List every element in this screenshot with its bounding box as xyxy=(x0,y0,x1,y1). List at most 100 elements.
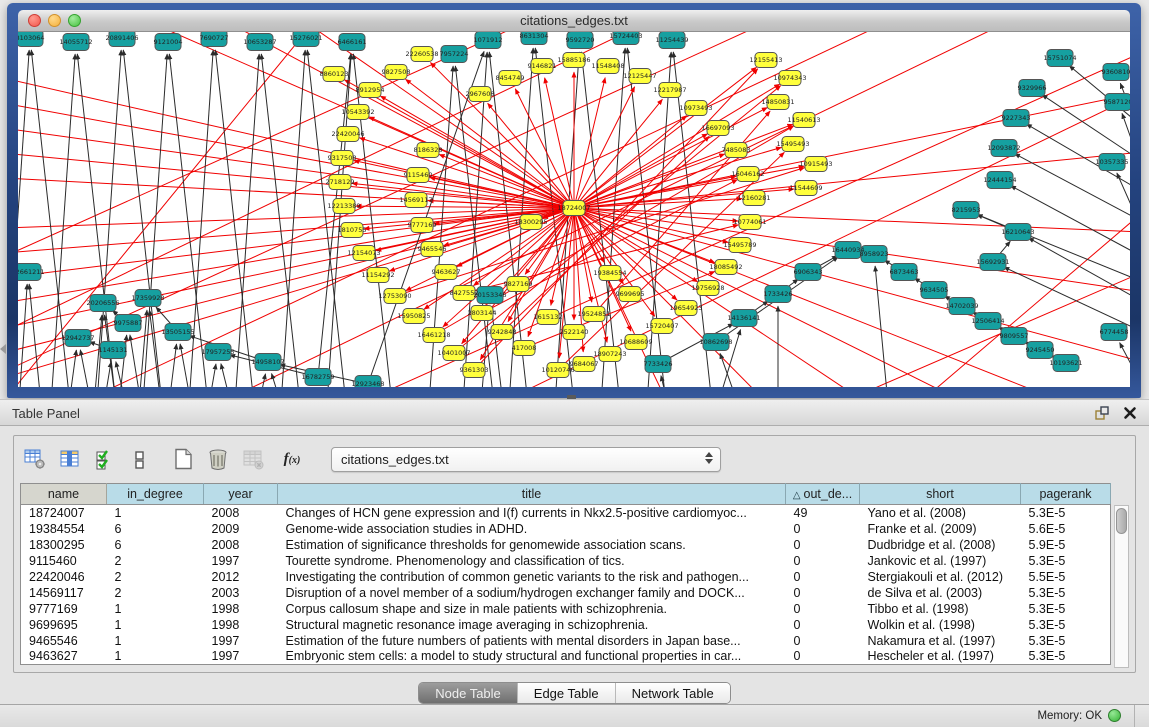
svg-text:9242848: 9242848 xyxy=(488,328,517,336)
table-row[interactable]: 946554611997Estimation of the future num… xyxy=(21,633,1111,649)
node-table: namein_degreeyeartitle△out_de...shortpag… xyxy=(20,483,1111,665)
svg-text:19524851: 19524851 xyxy=(577,310,610,318)
column-header-title[interactable]: title xyxy=(278,484,786,505)
svg-text:9121004: 9121004 xyxy=(154,38,183,46)
svg-text:1145131: 1145131 xyxy=(99,346,128,354)
svg-text:16046162: 16046162 xyxy=(731,170,764,178)
svg-text:2522140: 2522140 xyxy=(560,328,589,336)
status-bar: Memory: OK xyxy=(0,704,1149,727)
svg-text:10193621: 10193621 xyxy=(1049,359,1082,367)
svg-text:12753090: 12753090 xyxy=(378,292,411,300)
svg-text:11548408: 11548408 xyxy=(591,62,624,70)
column-header-in_degree[interactable]: in_degree xyxy=(107,484,204,505)
svg-text:8103064: 8103064 xyxy=(18,34,44,42)
tab-node-table[interactable]: Node Table xyxy=(419,683,518,703)
svg-text:14850831: 14850831 xyxy=(761,98,794,106)
svg-text:9360810: 9360810 xyxy=(1102,68,1130,76)
svg-text:10120746: 10120746 xyxy=(541,366,574,374)
svg-text:9465546: 9465546 xyxy=(418,245,447,253)
memory-ok-indicator[interactable] xyxy=(1108,709,1121,722)
svg-text:14702039: 14702039 xyxy=(945,302,978,310)
show-columns-button[interactable] xyxy=(56,445,84,473)
svg-text:14055712: 14055712 xyxy=(59,38,92,46)
svg-text:1733426: 1733426 xyxy=(764,290,793,298)
table-row[interactable]: 1938455462009Genome-wide association stu… xyxy=(21,521,1111,537)
table-row[interactable]: 1872400712008Changes of HCN gene express… xyxy=(21,505,1111,521)
function-builder-button[interactable]: f(x) xyxy=(274,445,310,473)
svg-text:15692931: 15692931 xyxy=(976,258,1009,266)
svg-text:11254439: 11254439 xyxy=(655,36,688,44)
delete-table-button[interactable] xyxy=(204,445,232,473)
svg-text:16697093: 16697093 xyxy=(701,124,734,132)
table-row[interactable]: 2242004622012Investigating the contribut… xyxy=(21,569,1111,585)
svg-text:9115460: 9115460 xyxy=(404,171,433,179)
sort-ascending-icon: △ xyxy=(793,490,801,501)
column-header-pagerank[interactable]: pagerank xyxy=(1021,484,1111,505)
svg-text:16440934: 16440934 xyxy=(831,246,864,254)
table-settings-button[interactable] xyxy=(21,445,49,473)
close-icon xyxy=(1123,406,1137,420)
tab-edge-table[interactable]: Edge Table xyxy=(518,683,616,703)
svg-text:14136141: 14136141 xyxy=(727,314,760,322)
scrollbar-thumb[interactable] xyxy=(1116,508,1127,534)
table-selector-value: citations_edges.txt xyxy=(332,452,449,467)
column-header-name[interactable]: name xyxy=(21,484,107,505)
svg-text:10543392: 10543392 xyxy=(341,108,374,116)
table-row[interactable]: 1456911722003Disruption of a novel membe… xyxy=(21,585,1111,601)
svg-text:18907243: 18907243 xyxy=(593,350,626,358)
select-all-columns-button[interactable] xyxy=(91,445,119,473)
table-panel-inner: f(x) citations_edges.txt namein_degreeye… xyxy=(13,435,1136,673)
svg-text:11154292: 11154292 xyxy=(361,271,394,279)
column-header-short[interactable]: short xyxy=(860,484,1021,505)
svg-text:18300295: 18300295 xyxy=(514,218,547,226)
svg-text:12125447: 12125447 xyxy=(623,72,656,80)
table-toolbar: f(x) citations_edges.txt xyxy=(21,442,721,476)
svg-text:12923468: 12923468 xyxy=(351,380,384,387)
close-panel-button[interactable] xyxy=(1121,404,1139,422)
svg-text:12217987: 12217987 xyxy=(653,86,686,94)
table-panel-header: Table Panel xyxy=(0,399,1149,426)
unselect-all-columns-button[interactable] xyxy=(126,445,154,473)
panel-collapse-arrow[interactable] xyxy=(0,344,6,354)
svg-text:7957224: 7957224 xyxy=(440,50,469,58)
svg-text:18085492: 18085492 xyxy=(709,263,742,271)
column-header-year[interactable]: year xyxy=(204,484,278,505)
svg-text:12154073: 12154073 xyxy=(347,249,380,257)
svg-text:1615132: 1615132 xyxy=(534,313,563,321)
svg-text:6906343: 6906343 xyxy=(794,268,823,276)
svg-text:9777169: 9777169 xyxy=(408,221,437,229)
window-title: citations_edges.txt xyxy=(18,13,1130,28)
table-row[interactable]: 969969511998Structural magnetic resonanc… xyxy=(21,617,1111,633)
svg-text:12506414: 12506414 xyxy=(971,317,1004,325)
svg-text:9587120: 9587120 xyxy=(1104,98,1130,106)
svg-text:19384554: 19384554 xyxy=(593,269,626,277)
table-row[interactable]: 911546021997Tourette syndrome. Phenomeno… xyxy=(21,553,1111,569)
svg-text:19756928: 19756928 xyxy=(691,284,724,292)
svg-text:16461218: 16461218 xyxy=(417,331,450,339)
network-canvas[interactable]: 1872400722260538982750889129548860123105… xyxy=(18,32,1130,387)
table-vertical-scrollbar[interactable] xyxy=(1114,505,1129,668)
float-panel-button[interactable] xyxy=(1093,404,1111,422)
svg-text:12942737: 12942737 xyxy=(61,334,94,342)
column-header-out_de[interactable]: △out_de... xyxy=(786,484,860,505)
network-window[interactable]: citations_edges.txt 18724007222605389827… xyxy=(7,3,1141,398)
svg-text:14958107: 14958107 xyxy=(251,358,284,366)
float-window-icon xyxy=(1094,405,1110,421)
window-titlebar[interactable]: citations_edges.txt xyxy=(18,10,1130,32)
svg-text:11544609: 11544609 xyxy=(789,184,822,192)
new-table-button[interactable] xyxy=(169,445,197,473)
svg-text:18724007: 18724007 xyxy=(557,204,590,212)
svg-text:9809557: 9809557 xyxy=(1000,332,1029,340)
delete-table-disabled-button xyxy=(239,445,267,473)
svg-text:10973493: 10973493 xyxy=(679,104,712,112)
table-row[interactable]: 946362711997Embryonic stem cells: a mode… xyxy=(21,649,1111,665)
table-row[interactable]: 1830029562008Estimation of significance … xyxy=(21,537,1111,553)
svg-text:8631304: 8631304 xyxy=(520,32,549,40)
svg-text:15276021: 15276021 xyxy=(289,34,322,42)
table-row[interactable]: 977716911998Corpus callosum shape and si… xyxy=(21,601,1111,617)
svg-text:12093872: 12093872 xyxy=(987,144,1020,152)
svg-text:10401007: 10401007 xyxy=(437,349,470,357)
tab-network-table[interactable]: Network Table xyxy=(616,683,730,703)
table-selector-dropdown[interactable]: citations_edges.txt xyxy=(331,447,721,472)
table-tabs: Node TableEdge TableNetwork Table xyxy=(14,682,1135,704)
